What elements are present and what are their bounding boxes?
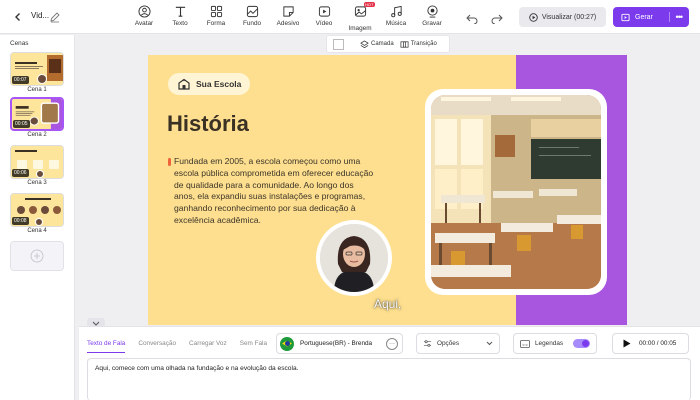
preview-label: Visualizar (00:27) (541, 13, 597, 21)
top-bar: Vid... Avatar Texto Forma Fundo Adesivo … (0, 0, 700, 34)
options-dropdown[interactable]: Opções (416, 333, 500, 354)
body-accent-bar (168, 158, 171, 166)
background-color-swatch[interactable] (333, 38, 344, 50)
tab-upload-voice[interactable]: Carregar Voz (189, 340, 227, 353)
toolbar: Avatar Texto Forma Fundo Adesivo Vídeo H… (126, 2, 450, 32)
scene-thumbnail-1[interactable]: 00:07 (10, 52, 64, 86)
slide-body-text[interactable]: Fundada em 2005, a escola começou como u… (174, 156, 374, 227)
scene-thumbnail-4[interactable]: 00:08 (10, 193, 64, 227)
plus-circle-icon (30, 249, 44, 263)
tab-no-speech[interactable]: Sem Fala (240, 340, 267, 353)
tool-label: Imagem (348, 25, 372, 32)
scene-duration: 00:06 (12, 169, 29, 177)
scene-thumbnail-2[interactable]: 00:05 (10, 97, 64, 131)
tool-video[interactable]: Vídeo (306, 5, 342, 32)
music-icon (390, 5, 402, 18)
tool-label: Adesivo (276, 20, 300, 27)
preview-button[interactable]: Visualizar (00:27) (519, 7, 606, 27)
school-badge[interactable]: Sua Escola (168, 73, 250, 95)
layers-icon (360, 39, 369, 48)
slide-canvas[interactable]: Sua Escola História Fundada em 2005, a e… (148, 55, 627, 325)
script-input[interactable]: Aqui, comece com uma olhada na fundação … (87, 358, 691, 400)
tool-background[interactable]: Fundo (234, 5, 270, 32)
tab-text-to-speech[interactable]: Texto de Fala (87, 340, 126, 353)
audio-player: 00:00 / 00:05 (612, 333, 689, 354)
play-circle-icon (529, 12, 538, 22)
speech-tabs: Texto de Fala Conversação Carregar Voz S… (87, 340, 280, 353)
tool-label: Vídeo (315, 20, 333, 27)
transition-label: Transição (410, 41, 437, 47)
layer-button[interactable]: Camada (360, 39, 394, 49)
playback-time: 00:00 / 00:05 (639, 340, 677, 347)
tool-label: Avatar (134, 20, 154, 27)
generate-label: Gerar (635, 13, 653, 21)
speech-panel: Texto de Fala Conversação Carregar Voz S… (79, 326, 700, 400)
project-title[interactable]: Vid... (31, 11, 49, 20)
options-label: Opções (437, 340, 460, 347)
generate-icon (621, 13, 630, 21)
avatar-icon (137, 5, 151, 18)
layer-label: Camada (371, 41, 394, 47)
school-building-icon (178, 78, 190, 90)
tool-label: Gravar (422, 20, 442, 27)
back-icon[interactable] (10, 9, 26, 25)
scene-duration: 00:08 (12, 217, 29, 225)
chevron-down-icon (486, 341, 493, 346)
transition-button[interactable]: Transição (400, 40, 437, 49)
subtitle-caption: Aqui, (374, 297, 402, 311)
canvas-toolbar: Camada Transição (326, 35, 450, 53)
scene-label: Cena 1 (27, 87, 47, 93)
subtitles-toggle[interactable] (573, 339, 590, 348)
tool-record[interactable]: Gravar (414, 5, 450, 32)
record-icon (426, 5, 438, 18)
play-icon[interactable] (623, 339, 631, 348)
tool-sticker[interactable]: Adesivo (270, 5, 306, 32)
tool-shape[interactable]: Forma (198, 5, 234, 32)
shapes-icon (210, 5, 222, 18)
tool-label: Música (385, 20, 407, 27)
tool-avatar[interactable]: Avatar (126, 5, 162, 32)
voice-more-icon[interactable]: ··· (386, 337, 398, 350)
scenes-title: Cenas (10, 40, 29, 47)
undo-icon[interactable] (466, 11, 478, 29)
generate-button[interactable]: Gerar ••• (613, 7, 689, 27)
transition-icon (400, 40, 409, 48)
tool-label: Fundo (242, 20, 262, 27)
scene-duration: 00:05 (13, 120, 30, 128)
voice-selector[interactable]: Portuguese(BR) - Brenda ··· (276, 333, 403, 354)
sliders-icon (423, 340, 432, 347)
scene-label: Cena 2 (27, 132, 47, 138)
edit-icon[interactable] (49, 10, 61, 23)
sticker-icon (282, 6, 294, 17)
background-icon (246, 5, 258, 18)
scene-thumbnail-3[interactable]: 00:06 (10, 145, 64, 179)
add-scene-button[interactable] (10, 241, 64, 271)
redo-icon[interactable] (491, 11, 503, 29)
video-icon (318, 6, 330, 17)
presenter-avatar[interactable] (320, 224, 388, 292)
scene-label: Cena 4 (27, 228, 47, 234)
tool-music[interactable]: Música (378, 5, 414, 32)
brazil-flag-icon (280, 336, 294, 351)
scenes-sidebar: Cenas 00:07 Cena 1 00:05 Cena 2 00:06 Ce… (0, 35, 75, 400)
scene-label: Cena 3 (27, 180, 47, 186)
more-options-icon[interactable]: ••• (668, 12, 683, 22)
scene-duration: 00:07 (12, 76, 29, 84)
school-badge-label: Sua Escola (196, 79, 242, 89)
tool-label: Forma (206, 20, 226, 27)
tool-image[interactable]: HOT Imagem (342, 2, 378, 32)
text-icon (175, 6, 185, 17)
tab-conversation[interactable]: Conversação (138, 340, 176, 353)
classroom-photo[interactable] (431, 95, 601, 289)
voice-name: Portuguese(BR) - Brenda (300, 340, 373, 347)
slide-title[interactable]: História (167, 111, 249, 137)
tool-text[interactable]: Texto (162, 5, 198, 32)
tool-label: Texto (172, 20, 188, 27)
subtitles-icon (520, 339, 530, 348)
subtitles-label: Legendas (535, 340, 564, 347)
hot-badge: HOT (364, 2, 375, 7)
subtitles-control: Legendas (513, 333, 597, 354)
